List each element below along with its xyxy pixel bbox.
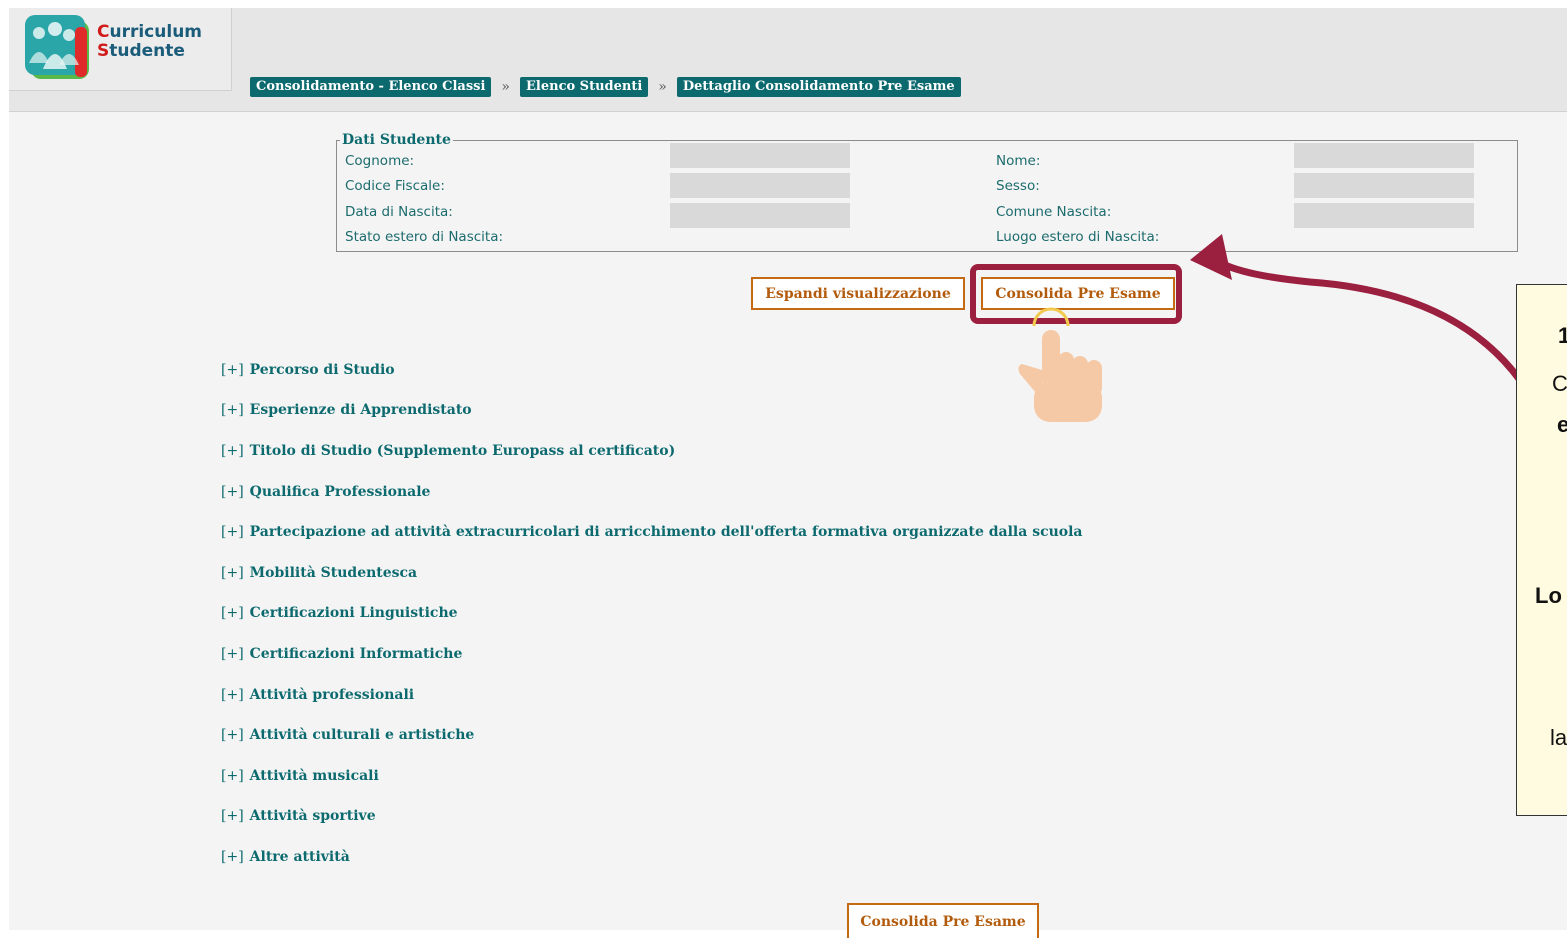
- breadcrumb-item-elenco-studenti[interactable]: Elenco Studenti: [520, 77, 649, 97]
- breadcrumb-item-dettaglio[interactable]: Dettaglio Consolidamento Pre Esame: [676, 77, 961, 97]
- expand-toggle[interactable]: [+]: [221, 605, 244, 621]
- app-title-initial-2: S: [97, 41, 110, 61]
- callout-line-5: la: [1550, 725, 1567, 750]
- cognome-value: [670, 143, 850, 168]
- luogo-estero-label: Luogo estero di Nascita:: [996, 229, 1160, 245]
- section-label: Attività culturali e artistiche: [249, 727, 475, 743]
- section-attivita-extracurricolari[interactable]: [+] Partecipazione ad attività extracurri…: [221, 524, 1083, 540]
- callout-line-2: C: [1552, 371, 1567, 396]
- section-percorso-studio[interactable]: [+] Percorso di Studio: [221, 362, 395, 378]
- expand-toggle[interactable]: [+]: [221, 646, 244, 662]
- section-label: Percorso di Studio: [249, 362, 395, 378]
- expand-toggle[interactable]: [+]: [221, 362, 244, 378]
- section-qualifica-professionale[interactable]: [+] Qualifica Professionale: [221, 484, 430, 500]
- student-data-legend: Dati Studente: [342, 132, 451, 148]
- section-label: Attività musicali: [249, 768, 379, 784]
- expand-toggle[interactable]: [+]: [221, 808, 244, 824]
- nome-value: [1294, 143, 1474, 168]
- section-label: Attività professionali: [249, 687, 415, 703]
- stato-estero-label: Stato estero di Nascita:: [345, 229, 504, 245]
- nome-label: Nome:: [996, 153, 1041, 169]
- expand-toggle[interactable]: [+]: [221, 687, 244, 703]
- expand-toggle[interactable]: [+]: [221, 565, 244, 581]
- section-label: Esperienze di Apprendistato: [249, 402, 472, 418]
- section-label: Mobilità Studentesca: [249, 565, 418, 581]
- header: Curriculum Studente Consolidamento - Ele…: [9, 8, 1567, 112]
- section-attivita-culturali[interactable]: [+] Attività culturali e artistiche: [221, 727, 474, 743]
- app-title-rest-2: tudente: [109, 41, 185, 61]
- section-attivita-sportive[interactable]: [+] Attività sportive: [221, 808, 376, 824]
- breadcrumb: Consolidamento - Elenco Classi » Elenco …: [250, 77, 961, 97]
- expand-toggle[interactable]: [+]: [221, 443, 244, 459]
- data-nascita-label: Data di Nascita:: [345, 204, 453, 220]
- section-label: Titolo di Studio (Supplemento Europass a…: [249, 443, 676, 459]
- app-logo-icon: [25, 15, 89, 79]
- sesso-label: Sesso:: [996, 178, 1040, 194]
- page-background: Curriculum Studente Consolidamento - Ele…: [9, 8, 1567, 938]
- expand-view-button[interactable]: Espandi visualizzazione: [751, 277, 965, 310]
- comune-nascita-label: Comune Nascita:: [996, 204, 1112, 220]
- section-certificazioni-informatiche[interactable]: [+] Certificazioni Informatiche: [221, 646, 462, 662]
- app-title-initial-1: C: [97, 22, 110, 42]
- expand-toggle[interactable]: [+]: [221, 849, 244, 865]
- consolidate-pre-exam-button-bottom[interactable]: Consolida Pre Esame: [847, 903, 1039, 938]
- cognome-label: Cognome:: [345, 153, 415, 169]
- expand-toggle[interactable]: [+]: [221, 484, 244, 500]
- breadcrumb-separator: »: [658, 79, 667, 95]
- data-nascita-value: [670, 203, 850, 228]
- callout-line-3: e: [1557, 412, 1567, 438]
- section-certificazioni-linguistiche[interactable]: [+] Certificazioni Linguistiche: [221, 605, 458, 621]
- section-label: Certificazioni Linguistiche: [249, 605, 458, 621]
- pointer-hand-icon: [1018, 307, 1102, 422]
- section-label: Qualifica Professionale: [249, 484, 431, 500]
- codice-fiscale-label: Codice Fiscale:: [345, 178, 445, 194]
- section-attivita-professionali[interactable]: [+] Attività professionali: [221, 687, 414, 703]
- section-attivita-musicali[interactable]: [+] Attività musicali: [221, 768, 379, 784]
- section-label: Attività sportive: [249, 808, 376, 824]
- app-title-rest-1: urriculum: [109, 22, 203, 42]
- expand-toggle[interactable]: [+]: [221, 768, 244, 784]
- section-altre-attivita[interactable]: [+] Altre attività: [221, 849, 350, 865]
- sesso-value: [1294, 173, 1474, 198]
- instruction-callout: 1 C e Lo la: [1516, 284, 1567, 816]
- callout-line-1: 1: [1558, 323, 1567, 349]
- section-mobilita-studentesca[interactable]: [+] Mobilità Studentesca: [221, 565, 417, 581]
- annotation-arrow-icon: [1190, 234, 1534, 399]
- expand-toggle[interactable]: [+]: [221, 402, 244, 418]
- app-title: Curriculum Studente: [97, 23, 202, 61]
- section-apprendistato[interactable]: [+] Esperienze di Apprendistato: [221, 402, 472, 418]
- breadcrumb-item-elenco-classi[interactable]: Consolidamento - Elenco Classi: [250, 77, 492, 97]
- expand-toggle[interactable]: [+]: [221, 727, 244, 743]
- breadcrumb-separator: »: [501, 79, 510, 95]
- section-label: Altre attività: [249, 849, 350, 865]
- expand-toggle[interactable]: [+]: [221, 524, 244, 540]
- section-label: Partecipazione ad attività extracurricol…: [249, 524, 1083, 540]
- app-logo[interactable]: Curriculum Studente: [9, 8, 232, 91]
- section-label: Certificazioni Informatiche: [249, 646, 463, 662]
- section-titolo-studio[interactable]: [+] Titolo di Studio (Supplemento Europas…: [221, 443, 675, 459]
- callout-line-4: Lo: [1535, 583, 1562, 608]
- codice-fiscale-value: [670, 173, 850, 198]
